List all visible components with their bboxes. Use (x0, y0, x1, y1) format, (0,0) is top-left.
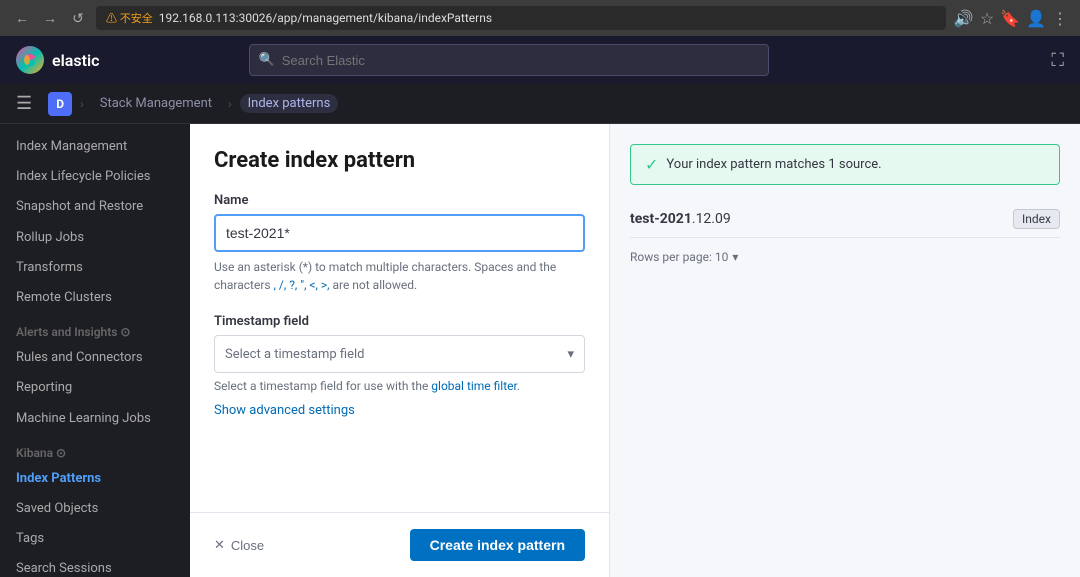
address-text: 192.168.0.113:30026/app/management/kiban… (159, 11, 492, 25)
sidebar-item-rollup-jobs[interactable]: Rollup Jobs (0, 223, 190, 253)
index-badge: Index (1013, 209, 1060, 229)
timestamp-select[interactable]: Select a timestamp field ▾ (214, 335, 585, 373)
hint-link: , /, ?, ", <, >, (274, 278, 330, 292)
user-logo: D (48, 92, 72, 116)
section-kibana-label: Kibana ⊙ (0, 434, 190, 464)
security-warning: ⚠ 不安全 (106, 10, 153, 26)
timestamp-section: Timestamp field Select a timestamp field… (214, 314, 585, 418)
back-button[interactable]: ← (12, 8, 32, 28)
star-icon[interactable]: ☆ (980, 9, 994, 28)
breadcrumb-separator-1: › (80, 97, 84, 111)
show-advanced-link[interactable]: Show advanced settings (214, 403, 355, 418)
logo-icon (16, 46, 44, 74)
modal-body: Create index pattern Name Use an asteris… (190, 124, 609, 512)
sidebar-item-snapshot-restore[interactable]: Snapshot and Restore (0, 192, 190, 222)
search-icon: 🔍 (259, 53, 275, 68)
match-text: Your index pattern matches 1 source. (666, 157, 881, 172)
rows-per-page-right: Rows per page: 10 ▾ (630, 250, 1060, 264)
modal-panel: Create index pattern Name Use an asteris… (190, 124, 610, 577)
timestamp-placeholder: Select a timestamp field (225, 347, 365, 362)
sidebar-item-index-patterns[interactable]: Index Patterns (0, 464, 190, 494)
sidebar: Index Management Index Lifecycle Policie… (0, 124, 190, 577)
elastic-logo[interactable]: elastic (16, 46, 99, 74)
timestamp-hint: Select a timestamp field for use with th… (214, 379, 585, 393)
close-modal-button[interactable]: ✕ Close (214, 537, 264, 553)
timestamp-label: Timestamp field (214, 314, 585, 329)
expand-icon[interactable]: ⛶ (1051, 50, 1064, 71)
forward-button[interactable]: → (40, 8, 60, 28)
hamburger-menu[interactable]: ☰ (16, 93, 32, 114)
modal-footer: ✕ Close Create index pattern (190, 512, 609, 577)
close-x-icon: ✕ (214, 537, 225, 553)
sidebar-item-index-lifecycle[interactable]: Index Lifecycle Policies (0, 162, 190, 192)
index-name-rest: .12.09 (692, 211, 731, 227)
reload-button[interactable]: ↺ (68, 8, 88, 28)
breadcrumb-index-patterns[interactable]: Index patterns (240, 94, 339, 113)
breadcrumb-stack-management[interactable]: Stack Management (92, 94, 220, 113)
name-input[interactable] (214, 214, 585, 252)
modal-overlay: Create index pattern Name Use an asteris… (190, 124, 1080, 577)
match-banner: ✓ Your index pattern matches 1 source. (630, 144, 1060, 185)
app-header: elastic 🔍 ⛶ (0, 36, 1080, 84)
global-search[interactable]: 🔍 (249, 44, 769, 76)
sidebar-item-transforms[interactable]: Transforms (0, 253, 190, 283)
chevron-down-icon: ▾ (567, 347, 574, 362)
index-name: test-2021.12.09 (630, 211, 731, 227)
sidebar-item-remote-clusters[interactable]: Remote Clusters (0, 283, 190, 313)
global-time-link: global time filter (431, 379, 517, 393)
bookmark-icon[interactable]: 🔖 (1000, 9, 1020, 28)
address-bar[interactable]: ⚠ 不安全 192.168.0.113:30026/app/management… (96, 6, 946, 30)
checkmark-icon: ✓ (645, 155, 658, 174)
browser-actions: 🔊 ☆ 🔖 👤 ⋮ (954, 9, 1068, 28)
chevron-rows-icon: ▾ (732, 250, 738, 264)
menu-icon[interactable]: ⋮ (1052, 9, 1068, 28)
sidebar-item-saved-objects[interactable]: Saved Objects (0, 494, 190, 524)
index-result-row: test-2021.12.09 Index (630, 201, 1060, 238)
name-label: Name (214, 193, 585, 208)
sidebar-item-index-management[interactable]: Index Management (0, 132, 190, 162)
search-input[interactable] (249, 44, 769, 76)
elastic-label: elastic (52, 51, 99, 70)
profile-icon[interactable]: 👤 (1026, 9, 1046, 28)
main-layout: Index Management Index Lifecycle Policie… (0, 124, 1080, 577)
create-index-pattern-button[interactable]: Create index pattern (410, 529, 585, 561)
volume-icon[interactable]: 🔊 (954, 9, 974, 28)
browser-chrome: ← → ↺ ⚠ 不安全 192.168.0.113:30026/app/mana… (0, 0, 1080, 36)
sidebar-item-rules-connectors[interactable]: Rules and Connectors (0, 343, 190, 373)
sidebar-item-reporting[interactable]: Reporting (0, 373, 190, 403)
section-alerts-label: Alerts and Insights ⊙ (0, 313, 190, 343)
sidebar-item-search-sessions[interactable]: Search Sessions (0, 554, 190, 577)
sidebar-item-tags[interactable]: Tags (0, 524, 190, 554)
content-area: Index p Create and ma 🔍 Pattern ↑ Defaul… (190, 124, 1080, 577)
index-name-bold: test-2021 (630, 211, 692, 227)
breadcrumb-separator-2: › (228, 97, 232, 111)
sidebar-item-ml-jobs[interactable]: Machine Learning Jobs (0, 404, 190, 434)
close-label: Close (231, 538, 264, 553)
name-hint: Use an asterisk (*) to match multiple ch… (214, 258, 585, 294)
modal-right-panel: ✓ Your index pattern matches 1 source. t… (610, 124, 1080, 577)
modal-title: Create index pattern (214, 148, 585, 173)
breadcrumb-bar: ☰ D › Stack Management › Index patterns (0, 84, 1080, 124)
